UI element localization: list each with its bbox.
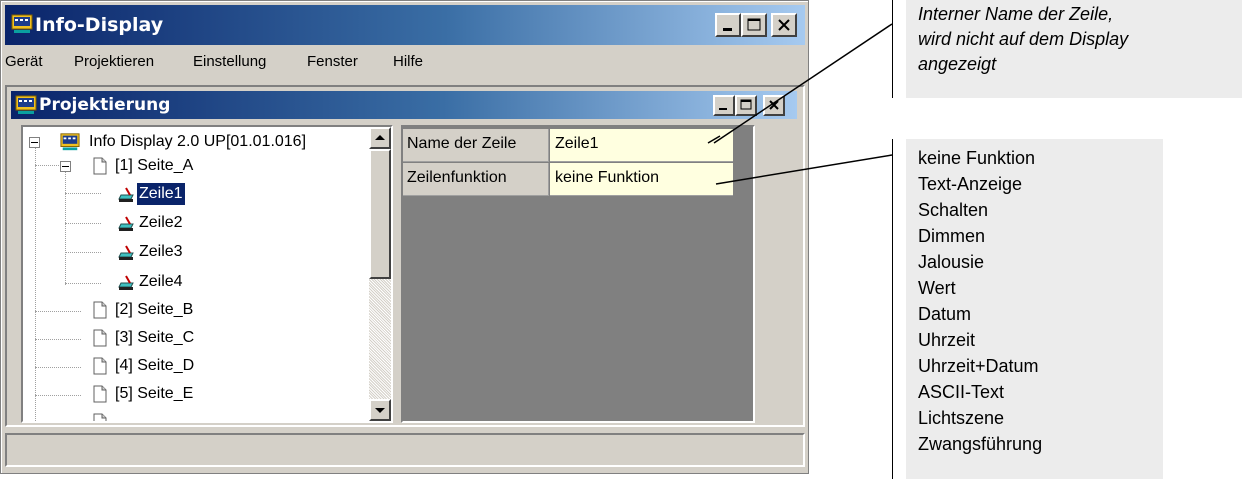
row-icon: [118, 245, 134, 260]
scroll-up-button[interactable]: [369, 127, 391, 149]
window-titlebar[interactable]: Info-Display: [5, 5, 805, 45]
row-icon: [118, 216, 134, 231]
function-item: Wert: [918, 278, 956, 298]
function-item: keine Funktion: [918, 148, 1036, 168]
tree-row-4-label: Zeile4: [139, 273, 183, 290]
property-label: Name der Zeile: [403, 129, 549, 162]
menu-projektieren[interactable]: Projektieren: [74, 53, 154, 70]
callout-divider: [892, 0, 893, 98]
menubar: Gerät Projektieren Einstellung Fenster H…: [5, 49, 805, 77]
tree-page-a-label: [1] Seite_A: [115, 157, 194, 174]
scroll-down-icon: [375, 408, 385, 413]
scroll-up-icon: [375, 135, 385, 140]
callout-divider: [892, 139, 893, 479]
function-item: Schalten: [918, 200, 989, 220]
minimize-button[interactable]: [715, 13, 741, 37]
row-icon: [118, 275, 134, 290]
close-icon: [778, 19, 790, 31]
tree-page-b[interactable]: [2] Seite_B: [23, 299, 223, 321]
tree-row-2[interactable]: Zeile2: [23, 212, 223, 234]
window-title: Info-Display: [35, 14, 164, 36]
property-row-name[interactable]: Name der Zeile Zeile1: [403, 129, 733, 163]
page-icon: [93, 413, 107, 421]
menu-einstellung[interactable]: Einstellung: [193, 53, 266, 70]
close-button[interactable]: [771, 13, 797, 37]
tree-root[interactable]: Info Display 2.0 UP[01.01.016]: [23, 131, 363, 153]
child-close-button[interactable]: [763, 95, 785, 116]
annotation-name-line: angezeigt: [918, 54, 997, 74]
property-row-function[interactable]: Zeilenfunktion keine Funktion: [403, 163, 733, 197]
app-icon: [15, 95, 37, 114]
function-item: Lichtszene: [918, 408, 1005, 428]
project-tree[interactable]: Info Display 2.0 UP[01.01.016] [1] Seite…: [21, 125, 393, 423]
collapse-icon[interactable]: [29, 137, 40, 148]
page-icon: [93, 157, 107, 175]
scroll-thumb[interactable]: [369, 149, 391, 279]
child-title: Projektierung: [39, 95, 171, 115]
property-label: Zeilenfunktion: [403, 163, 549, 196]
maximize-icon: [747, 18, 761, 31]
tree-row-4[interactable]: Zeile4: [23, 271, 223, 293]
property-grid: Name der Zeile Zeile1 Zeilenfunktion kei…: [401, 125, 755, 423]
menu-geraet[interactable]: Gerät: [5, 53, 43, 70]
tree-page-c-label: [3] Seite_C: [115, 329, 195, 346]
child-maximize-button[interactable]: [735, 95, 757, 116]
tree-page-a[interactable]: [1] Seite_A: [23, 155, 223, 177]
tree-row-3-label: Zeile3: [139, 243, 183, 260]
collapse-icon[interactable]: [60, 161, 71, 172]
minimize-icon: [723, 28, 732, 31]
app-icon: [60, 133, 80, 151]
annotation-name-line: Interner Name der Zeile,: [918, 4, 1114, 24]
minimize-icon: [719, 108, 727, 110]
maximize-icon: [740, 99, 752, 110]
function-item: ASCII-Text: [918, 382, 1005, 402]
scroll-track[interactable]: [369, 279, 391, 399]
app-icon: [11, 14, 33, 33]
function-item: Zwangsführung: [918, 434, 1043, 454]
page-icon: [93, 385, 107, 403]
close-icon: [769, 100, 779, 110]
tree-page-c[interactable]: [3] Seite_C: [23, 327, 223, 349]
annotation-name: Interner Name der Zeile, wird nicht auf …: [906, 0, 1242, 98]
tree-root-label: Info Display 2.0 UP[01.01.016]: [89, 133, 307, 150]
function-list: keine Funktion Text-Anzeige Schalten Dim…: [906, 139, 1163, 479]
tree-page-e-label: [5] Seite_E: [115, 385, 194, 402]
main-window: Info-Display Gerät Projektieren Einstell…: [0, 0, 809, 474]
tree-page-b-label: [2] Seite_B: [115, 301, 194, 318]
tree-row-2-label: Zeile2: [139, 214, 183, 231]
child-titlebar[interactable]: Projektierung: [11, 91, 797, 119]
tree-scrollbar[interactable]: [369, 127, 391, 421]
function-item: Datum: [918, 304, 972, 324]
tree-page-e[interactable]: [5] Seite_E: [23, 383, 223, 405]
function-item: Uhrzeit: [918, 330, 976, 350]
page-icon: [93, 301, 107, 319]
projektierung-window: Projektierung Info Display 2.0 UP[01.01.…: [5, 85, 805, 427]
status-bar: [5, 433, 805, 467]
function-item: Dimmen: [918, 226, 986, 246]
function-item: Jalousie: [918, 252, 985, 272]
child-minimize-button[interactable]: [713, 95, 735, 116]
function-item: Text-Anzeige: [918, 174, 1023, 194]
tree-row-1-label: Zeile1: [136, 182, 186, 206]
page-icon: [93, 329, 107, 347]
maximize-button[interactable]: [741, 13, 767, 37]
tree-row-3[interactable]: Zeile3: [23, 241, 223, 263]
row-icon: [118, 187, 134, 202]
property-value-input[interactable]: Zeile1: [550, 129, 733, 162]
scroll-down-button[interactable]: [369, 399, 391, 421]
function-item: Uhrzeit+Datum: [918, 356, 1039, 376]
tree-row-1[interactable]: Zeile1: [23, 182, 223, 206]
page-icon: [93, 357, 107, 375]
property-value-select[interactable]: keine Funktion: [550, 163, 733, 196]
tree-page-d-label: [4] Seite_D: [115, 357, 195, 374]
menu-fenster[interactable]: Fenster: [307, 53, 358, 70]
annotation-name-line: wird nicht auf dem Display: [918, 29, 1129, 49]
menu-hilfe[interactable]: Hilfe: [393, 53, 423, 70]
tree-page-d[interactable]: [4] Seite_D: [23, 355, 223, 377]
tree-page-partial[interactable]: [23, 411, 223, 421]
